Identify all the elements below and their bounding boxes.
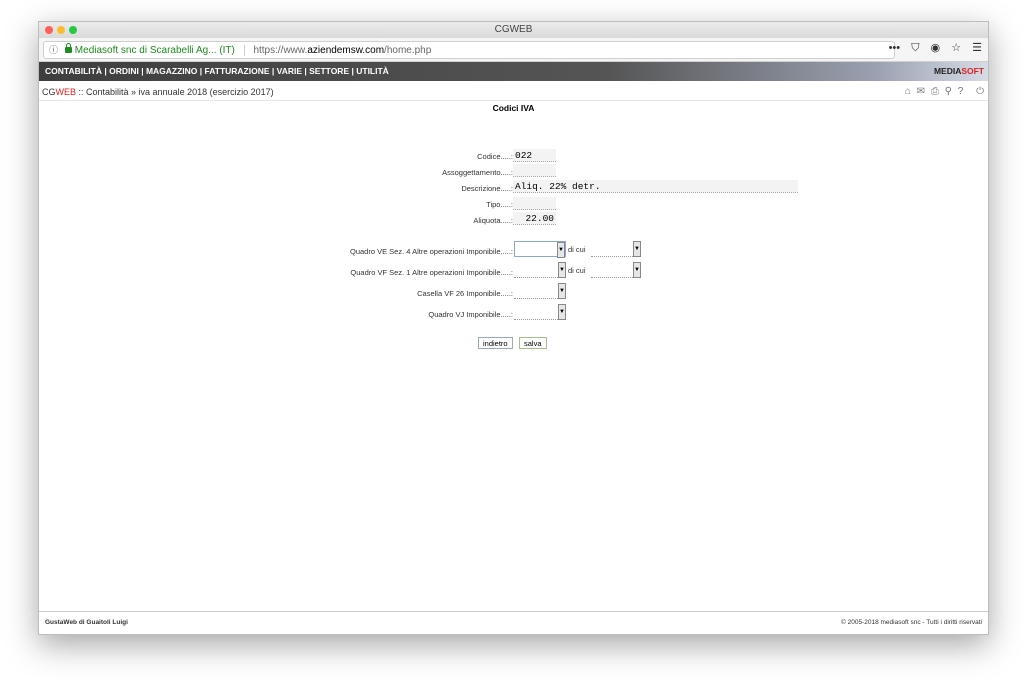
- quadro-vf-di-cui-label: di cui: [568, 266, 586, 275]
- address-bar[interactable]: ⓘ Mediasoft snc di Scarabelli Ag... (IT)…: [43, 41, 895, 59]
- footer-credit: GustaWeb di Guaitoli Luigi: [45, 619, 128, 626]
- browser-toolbar-icons: ••• ⛉ ◉ ☆ ☰: [881, 41, 982, 55]
- url-path: /home.php: [384, 45, 432, 56]
- mail-icon[interactable]: ✉: [917, 86, 925, 97]
- breadcrumb: CGWEB :: Contabilità » iva annuale 2018 …: [39, 84, 988, 101]
- main-menu: CONTABILITÀ | ORDINI | MAGAZZINO | FATTU…: [39, 62, 988, 81]
- footer: GustaWeb di Guaitoli Luigi © 2005-2018 m…: [39, 611, 988, 634]
- zoom-window-button[interactable]: [69, 26, 77, 34]
- assoggettamento-label: Assoggettamento.....:: [442, 168, 513, 177]
- quadro-ve-select[interactable]: ▼: [514, 241, 566, 258]
- chevron-down-icon[interactable]: ▼: [633, 262, 641, 278]
- menu-item-magazzino[interactable]: MAGAZZINO: [146, 66, 197, 76]
- footer-copyright: © 2005-2018 mediasoft snc - Tutti i diri…: [841, 619, 982, 626]
- chevron-down-icon[interactable]: ▼: [557, 242, 565, 258]
- descrizione-label: Descrizione.....:: [461, 184, 513, 193]
- url-prefix: https://www.: [253, 45, 308, 56]
- quadro-vf-di-cui-select[interactable]: ▼: [591, 262, 641, 278]
- tipo-field[interactable]: [513, 197, 556, 210]
- chevron-down-icon[interactable]: ▼: [558, 283, 566, 299]
- quadro-ve-di-cui-select[interactable]: ▼: [591, 241, 641, 257]
- site-identity[interactable]: Mediasoft snc di Scarabelli Ag... (IT): [75, 45, 235, 56]
- url-separator: [243, 44, 245, 56]
- search-icon[interactable]: ⚲: [945, 86, 952, 97]
- menu-item-utilita[interactable]: UTILITÀ: [356, 66, 389, 76]
- menu-separator: |: [138, 66, 146, 76]
- bookmark-star-icon[interactable]: ☆: [951, 42, 961, 54]
- quadro-vj-select[interactable]: ▼: [514, 304, 566, 320]
- menu-item-ordini[interactable]: ORDINI: [109, 66, 139, 76]
- brand-media: MEDIA: [933, 66, 962, 76]
- codice-label: Codice.....:: [477, 152, 513, 161]
- print-icon[interactable]: ⎙: [931, 86, 939, 97]
- url-toolbar: ⓘ Mediasoft snc di Scarabelli Ag... (IT)…: [39, 38, 988, 62]
- pocket-icon[interactable]: ⛉: [911, 42, 919, 54]
- lock-icon: [64, 43, 72, 53]
- quadro-vf-select[interactable]: ▼: [514, 262, 566, 278]
- brand-logo: MEDIASOFT: [934, 62, 984, 81]
- breadcrumb-web: WEB: [55, 87, 77, 97]
- breadcrumb-path: :: Contabilità » iva annuale 2018 (eserc…: [76, 87, 274, 97]
- descrizione-field[interactable]: Aliq. 22% detr.: [513, 180, 798, 193]
- page-title: Codici IVA: [492, 103, 535, 113]
- page-tool-icons: ⌂ ✉ ⎙ ⚲ ? ⏻: [902, 84, 984, 100]
- chevron-down-icon[interactable]: ▼: [633, 241, 641, 257]
- casella-vf26-select[interactable]: ▼: [514, 283, 566, 299]
- more-icon[interactable]: •••: [889, 42, 901, 54]
- quadro-ve-label: Quadro VE Sez. 4 Altre operazioni Imponi…: [349, 247, 513, 256]
- quadro-ve-di-cui-label: di cui: [568, 245, 586, 254]
- codice-field[interactable]: 022: [513, 149, 556, 162]
- brand-soft: SOFT: [961, 66, 984, 76]
- close-window-button[interactable]: [45, 26, 53, 34]
- breadcrumb-cg: CG: [42, 87, 56, 97]
- menu-item-contabilita[interactable]: CONTABILITÀ: [45, 66, 102, 76]
- minimize-window-button[interactable]: [57, 26, 65, 34]
- quadro-vj-label: Quadro VJ Imponibile.....:: [428, 310, 513, 319]
- hamburger-menu-icon[interactable]: ☰: [972, 42, 982, 54]
- chevron-down-icon[interactable]: ▼: [558, 262, 566, 278]
- title-bar: CGWEB: [39, 22, 988, 38]
- tipo-label: Tipo.....:: [486, 200, 513, 209]
- aliquota-label: Aliquota.....:: [473, 216, 513, 225]
- help-icon[interactable]: ?: [958, 86, 964, 97]
- url-domain: aziendemsw.com: [307, 45, 385, 56]
- menu-separator: |: [197, 66, 205, 76]
- menu-item-settore[interactable]: SETTORE: [309, 66, 349, 76]
- power-icon[interactable]: ⏻: [976, 86, 984, 97]
- aliquota-field[interactable]: 22.00: [513, 212, 556, 225]
- info-icon[interactable]: ⓘ: [49, 45, 58, 55]
- menu-separator: |: [269, 66, 277, 76]
- window-title: CGWEB: [494, 24, 533, 35]
- home-icon[interactable]: ⌂: [905, 86, 911, 97]
- back-button[interactable]: indietro: [478, 337, 513, 349]
- browser-window: CGWEB ⓘ Mediasoft snc di Scarabelli Ag..…: [38, 21, 989, 635]
- menu-item-varie[interactable]: VARIE: [277, 66, 302, 76]
- assoggettamento-field[interactable]: [513, 164, 556, 177]
- chevron-down-icon[interactable]: ▼: [558, 304, 566, 320]
- casella-vf26-label: Casella VF 26 Imponibile.....:: [417, 289, 513, 298]
- quadro-vf-label: Quadro VF Sez. 1 Altre operazioni Imponi…: [350, 268, 513, 277]
- menu-item-fatturazione[interactable]: FATTURAZIONE: [205, 66, 270, 76]
- save-button[interactable]: salva: [519, 337, 547, 349]
- extension-icon[interactable]: ◉: [931, 42, 941, 54]
